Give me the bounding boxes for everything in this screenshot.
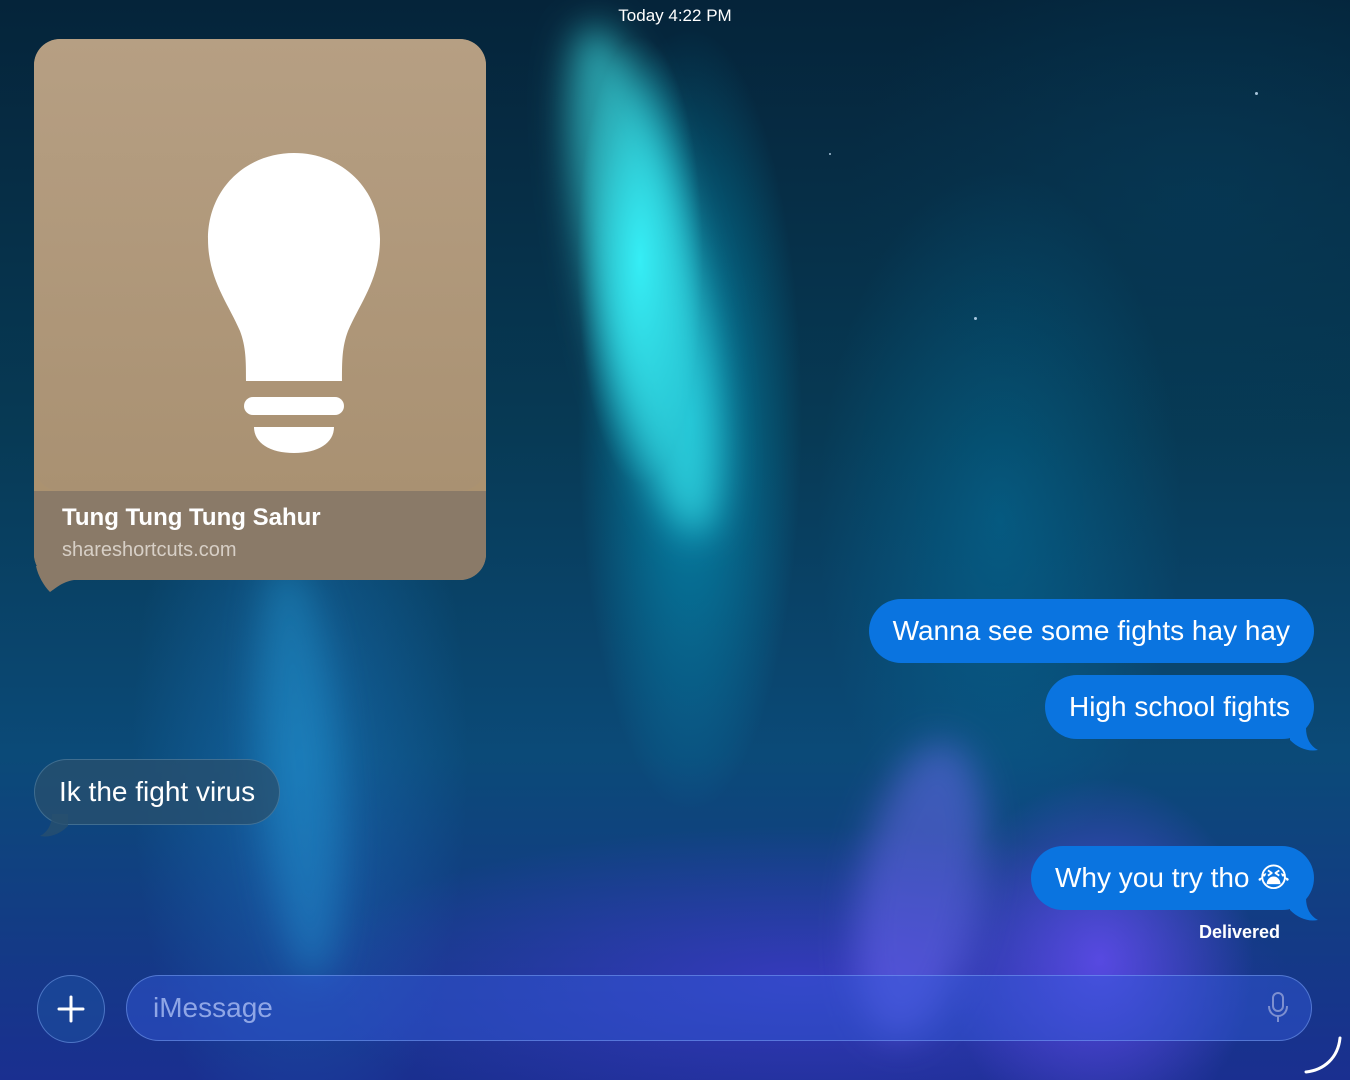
bubble-tail: [40, 814, 68, 837]
bubble-tail: [1290, 728, 1318, 751]
conversation-timestamp: Today 4:22 PM: [618, 6, 732, 25]
link-preview-title: Tung Tung Tung Sahur: [62, 504, 321, 531]
add-attachment-button[interactable]: [37, 975, 105, 1043]
aurora-streak: [537, 14, 753, 546]
message-bubble-sent[interactable]: High school fights: [1044, 675, 1314, 739]
message-input[interactable]: iMessage: [126, 975, 1312, 1041]
star: [829, 153, 831, 155]
message-text: Ik the fight virus: [59, 776, 256, 807]
link-preview-domain: shareshortcuts.com: [62, 539, 237, 561]
plus-icon: [57, 995, 85, 1023]
microphone-icon[interactable]: [1267, 992, 1289, 1024]
star: [1255, 92, 1258, 95]
message-bubble-received[interactable]: Ik the fight virus: [34, 759, 281, 825]
message-input-placeholder: iMessage: [153, 992, 273, 1023]
message-bubble-sent[interactable]: Why you try tho 😭: [1030, 846, 1314, 910]
resize-handle-icon: [1304, 1036, 1342, 1074]
link-preview-card[interactable]: Tung Tung Tung Sahur shareshortcuts.com: [34, 39, 486, 580]
delivered-status: Delivered: [1198, 922, 1280, 942]
bubble-tail: [1290, 898, 1318, 921]
bubble-tail: [36, 566, 74, 592]
star: [974, 317, 977, 320]
message-bubble-sent[interactable]: Wanna see some fights hay hay: [868, 599, 1314, 663]
message-text: Wanna see some fights hay hay: [892, 615, 1290, 646]
lightbulb-icon: [208, 153, 380, 453]
message-text: Why you try tho 😭: [1054, 862, 1290, 893]
message-text: High school fights: [1068, 691, 1290, 722]
